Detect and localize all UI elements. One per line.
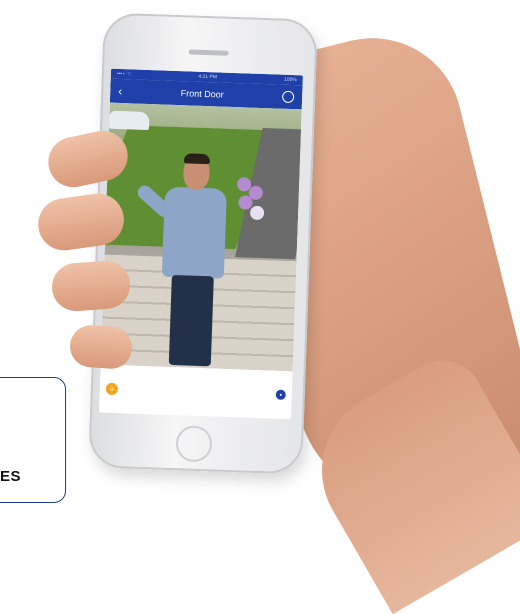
finger-pinky	[68, 323, 134, 371]
app-screen: •••∘ ⌔ 4:21 PM 100% ‹ Front Door ☺	[99, 68, 303, 420]
phone-speaker	[188, 49, 229, 56]
gear-icon[interactable]	[275, 389, 286, 400]
smartphone: •••∘ ⌔ 4:21 PM 100% ‹ Front Door ☺	[88, 12, 318, 475]
history-icon[interactable]	[281, 90, 295, 104]
signal-indicator: •••∘ ⌔	[116, 70, 132, 78]
flower-petal	[238, 195, 253, 210]
live-video-feed[interactable]	[100, 102, 302, 372]
talk-icon[interactable]: ☺	[105, 382, 119, 396]
video-flowers	[231, 177, 268, 258]
video-visitor	[134, 153, 230, 371]
video-car	[108, 110, 150, 131]
visitor-shirt	[161, 186, 227, 279]
home-button[interactable]	[175, 425, 213, 463]
visitor-jeans	[168, 274, 214, 367]
battery-indicator: 100%	[283, 76, 297, 84]
callout-text: ES	[0, 468, 22, 485]
status-time: 4:21 PM	[198, 73, 218, 81]
controls-bar: ☺	[99, 364, 293, 420]
visitor-hair	[183, 153, 211, 165]
page-title: Front Door	[180, 88, 224, 100]
chevron-left-icon[interactable]: ‹	[118, 84, 122, 98]
flower-petal	[249, 205, 265, 221]
finger-ring	[50, 259, 132, 313]
